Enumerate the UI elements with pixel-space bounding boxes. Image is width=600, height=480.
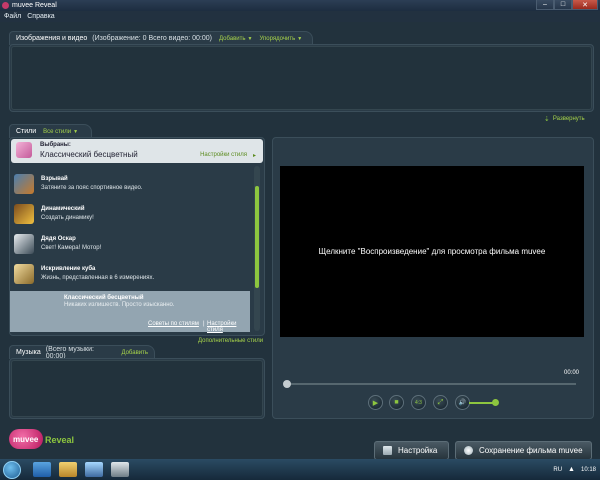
timeline-knob[interactable] <box>283 380 291 388</box>
menu-help[interactable]: Справка <box>27 13 54 20</box>
filter-dropdown-icon[interactable]: ▼ <box>73 129 78 135</box>
fullscreen-icon: ⤢ <box>437 398 444 406</box>
styles-scrollbar[interactable] <box>254 166 260 331</box>
network-icon[interactable]: ▲ <box>568 466 575 473</box>
media-icon[interactable] <box>85 462 103 477</box>
add-dropdown-icon[interactable]: ▼ <box>248 36 253 42</box>
style-thumb <box>14 264 34 284</box>
logo-reveal: Reveal <box>45 435 75 445</box>
style-desc: Свет! Камера! Мотор! <box>41 245 102 251</box>
style-desc: Никаких излишеств. Просто изысканно. <box>64 302 175 308</box>
app-taskbar-icon[interactable] <box>111 462 129 477</box>
window-titlebar: muvee Reveal – □ ✕ <box>0 0 600 11</box>
expand-label: Развернуть <box>552 116 585 122</box>
media-panel <box>9 44 594 112</box>
sort-link[interactable]: Упорядочить <box>259 36 295 42</box>
style-settings-link[interactable]: Настройки стиля <box>200 152 247 158</box>
list-item[interactable]: Взрывай Затяните за пояс спортивное виде… <box>10 171 250 201</box>
app-icon <box>2 2 9 9</box>
play-icon: ▶ <box>372 399 379 407</box>
aspect-ratio-icon: 4:3 <box>415 399 422 406</box>
list-item[interactable]: Искривление куба Жизнь, представленная в… <box>10 261 250 291</box>
volume-knob[interactable] <box>492 399 499 406</box>
style-name: Дядя Оскар <box>41 236 76 242</box>
settings-icon <box>383 446 392 455</box>
list-item-selected[interactable]: Классический бесцветный Никаких излишест… <box>10 291 250 333</box>
media-tab: Изображения и видео (Изображение: 0 Всег… <box>9 31 313 45</box>
style-name: Классический бесцветный <box>64 295 144 301</box>
save-movie-button[interactable]: Сохранение фильма muvee <box>455 441 592 460</box>
style-name: Динамический <box>41 206 85 212</box>
styles-tab-label: Стили <box>16 128 37 135</box>
browser-icon[interactable] <box>33 462 51 477</box>
system-tray: RU ▲ 10:18 <box>553 461 596 478</box>
start-button[interactable] <box>3 460 21 479</box>
list-item[interactable]: Динамический Создать динамику! <box>10 201 250 231</box>
aspect-ratio-button[interactable]: 4:3 <box>411 395 426 410</box>
media-tab-label: Изображения и видео <box>16 35 88 42</box>
play-button[interactable]: ▶ <box>368 395 383 410</box>
media-counts: (Изображение: 0 Всего видео: 00:00) <box>92 35 212 42</box>
window-title: muvee Reveal <box>12 2 57 9</box>
selected-style-name: Классический бесцветный <box>40 150 138 159</box>
style-name: Взрывай <box>41 176 68 182</box>
styles-tab: Стили Все стили ▼ <box>9 124 92 138</box>
video-preview[interactable]: Щелкните "Воспроизведение" для просмотра… <box>280 166 584 337</box>
logo-muvee: muvee <box>13 435 39 444</box>
preview-message: Щелкните "Воспроизведение" для просмотра… <box>318 247 546 256</box>
music-dropzone[interactable] <box>11 360 263 417</box>
add-music-link[interactable]: Добавить <box>121 350 148 356</box>
style-desc: Затяните за пояс спортивное видео. <box>41 185 143 191</box>
style-tips-link[interactable]: Советы по стилям <box>148 321 199 327</box>
music-tab: Музыка (Всего музыки: 00:00) Добавить <box>9 345 155 360</box>
menu-bar: Файл Справка <box>0 11 600 22</box>
settings-button-label: Настройка <box>398 446 438 455</box>
muvee-logo: muvee Reveal <box>9 427 79 453</box>
folder-icon[interactable] <box>59 462 77 477</box>
links-divider: | <box>203 321 205 327</box>
time-display: 00:00 <box>564 370 580 376</box>
maximize-button[interactable]: □ <box>554 0 572 10</box>
clock[interactable]: 10:18 <box>581 467 596 473</box>
styles-filter[interactable]: Все стили <box>43 129 71 135</box>
music-tab-label: Музыка <box>16 349 41 356</box>
media-dropzone[interactable] <box>11 46 592 110</box>
volume-button[interactable]: 🔊 <box>455 395 470 410</box>
style-settings-link-2[interactable]: Настройки стиля <box>207 321 250 333</box>
style-desc: Жизнь, представленная в 6 измерениях. <box>41 275 155 281</box>
save-movie-label: Сохранение фильма muvee <box>479 446 583 455</box>
more-styles-link[interactable]: Дополнительные стили <box>198 338 263 344</box>
fullscreen-button[interactable]: ⤢ <box>433 395 448 410</box>
list-item[interactable]: Дядя Оскар Свет! Камера! Мотор! <box>10 231 250 261</box>
minimize-button[interactable]: – <box>536 0 554 10</box>
selected-style-header: Выбраны: Классический бесцветный Настрой… <box>11 139 263 163</box>
style-desc: Создать динамику! <box>41 215 94 221</box>
music-panel <box>9 358 265 419</box>
timeline-slider[interactable] <box>283 380 576 388</box>
style-name: Искривление куба <box>41 266 96 272</box>
language-indicator[interactable]: RU <box>553 467 562 473</box>
settings-button[interactable]: Настройка <box>374 441 449 460</box>
style-thumb <box>14 174 34 194</box>
add-media-link[interactable]: Добавить <box>219 36 246 42</box>
expand-control[interactable]: ⇣ Развернуть <box>544 115 585 123</box>
style-thumb <box>14 204 34 224</box>
volume-icon: 🔊 <box>458 400 467 406</box>
menu-file[interactable]: Файл <box>4 13 21 20</box>
selected-style-thumb <box>16 142 32 158</box>
expand-icon: ⇣ <box>544 116 550 123</box>
style-thumb <box>14 234 34 254</box>
save-icon <box>464 446 473 455</box>
stop-button[interactable]: ■ <box>389 395 404 410</box>
sort-dropdown-icon[interactable]: ▼ <box>297 36 302 42</box>
style-settings-arrow-icon[interactable]: ▸ <box>253 152 256 159</box>
close-button[interactable]: ✕ <box>572 0 598 10</box>
stop-icon: ■ <box>394 399 399 406</box>
taskbar: RU ▲ 10:18 <box>0 459 600 480</box>
selected-prefix: Выбраны: <box>40 142 71 148</box>
styles-scroll-thumb[interactable] <box>255 186 259 288</box>
